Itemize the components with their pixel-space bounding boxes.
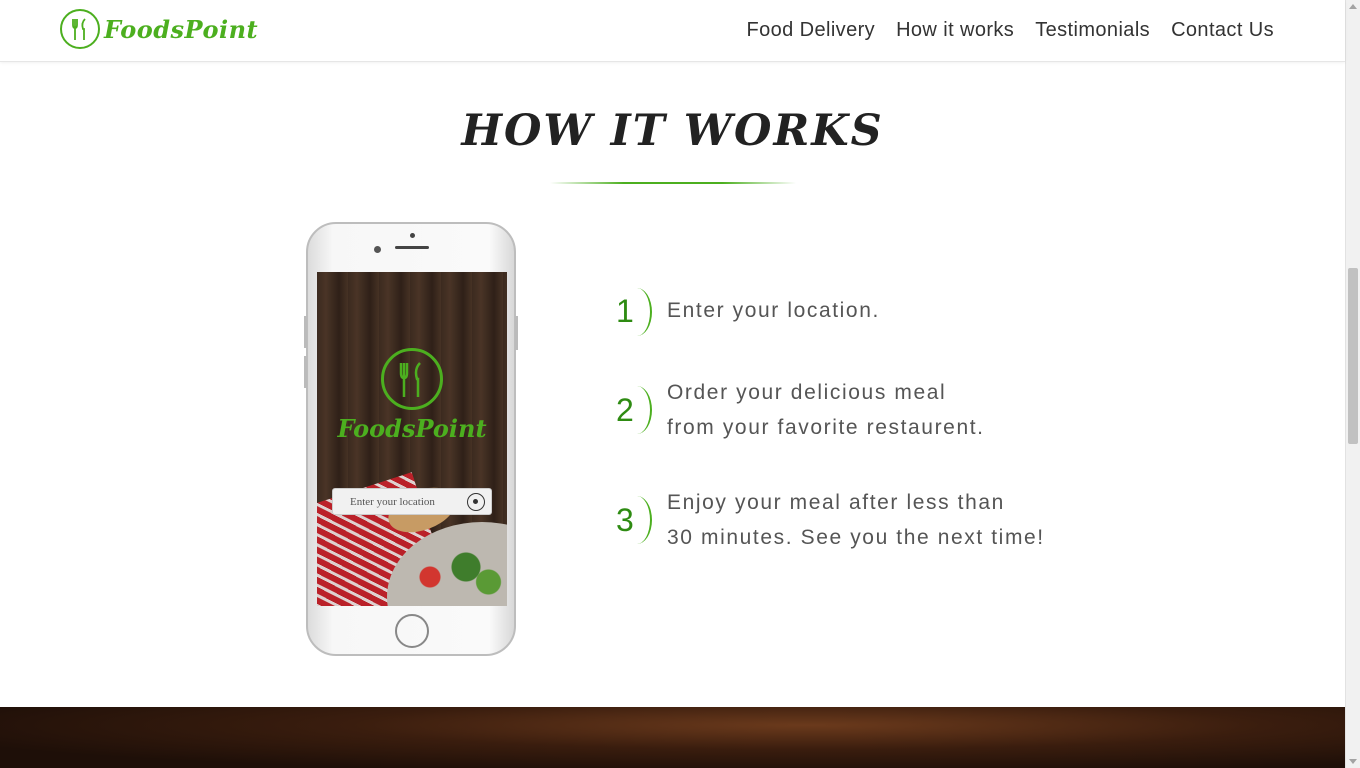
main-menu: Food Delivery How it works Testimonials … (725, 19, 1274, 42)
title-divider (550, 182, 796, 184)
next-section-background-image (0, 707, 1345, 768)
nav-link-contact-us[interactable]: Contact Us (1171, 19, 1274, 42)
phone-camera (374, 246, 381, 253)
phone-sensor (410, 233, 415, 238)
nav-link-testimonials[interactable]: Testimonials (1035, 19, 1150, 42)
step-line: 30 minutes. See you the next time! (667, 526, 1045, 549)
phone-mockup: FoodsPoint Enter your location (304, 222, 518, 656)
nav-link-food-delivery[interactable]: Food Delivery (746, 19, 875, 42)
step-text: Order your delicious meal from your favo… (667, 375, 985, 445)
step-text: Enjoy your meal after less than 30 minut… (667, 485, 1045, 555)
step-arc (622, 386, 652, 434)
phone-power-button (515, 316, 518, 350)
nav-link-how-it-works[interactable]: How it works (896, 19, 1014, 42)
brand-logo[interactable]: FoodsPoint (60, 9, 258, 49)
step-text: Enter your location. (667, 293, 880, 328)
location-pin-icon (467, 493, 485, 511)
scroll-up-arrow-icon[interactable] (1349, 4, 1357, 9)
salad-image (412, 547, 502, 597)
step-line: Enjoy your meal after less than (667, 491, 1005, 514)
step-line: Enter your location. (667, 299, 880, 322)
step-line: from your favorite restaurent. (667, 416, 985, 439)
phone-speaker (395, 246, 429, 249)
how-it-works-section: HOW IT WORKS FoodsPoint Enter your locat… (0, 62, 1345, 707)
fork-knife-icon (381, 348, 443, 410)
step-line: Order your delicious meal (667, 381, 947, 404)
step-arc (622, 288, 652, 336)
vertical-scrollbar[interactable] (1345, 0, 1360, 768)
top-navbar: FoodsPoint Food Delivery How it works Te… (0, 0, 1345, 62)
brand-name: FoodsPoint (104, 14, 259, 44)
section-title: HOW IT WORKS (461, 106, 884, 156)
phone-volume-down (304, 356, 307, 388)
fork-knife-icon (60, 9, 100, 49)
app-brand-name: FoodsPoint (337, 414, 487, 443)
scrollbar-thumb[interactable] (1348, 268, 1358, 444)
phone-volume-up (304, 316, 307, 348)
app-location-input: Enter your location (332, 488, 492, 515)
scroll-down-arrow-icon[interactable] (1349, 759, 1357, 764)
app-location-placeholder: Enter your location (350, 496, 435, 508)
step-arc (622, 496, 652, 544)
phone-screen: FoodsPoint Enter your location (317, 272, 507, 606)
phone-home-button (395, 614, 429, 648)
